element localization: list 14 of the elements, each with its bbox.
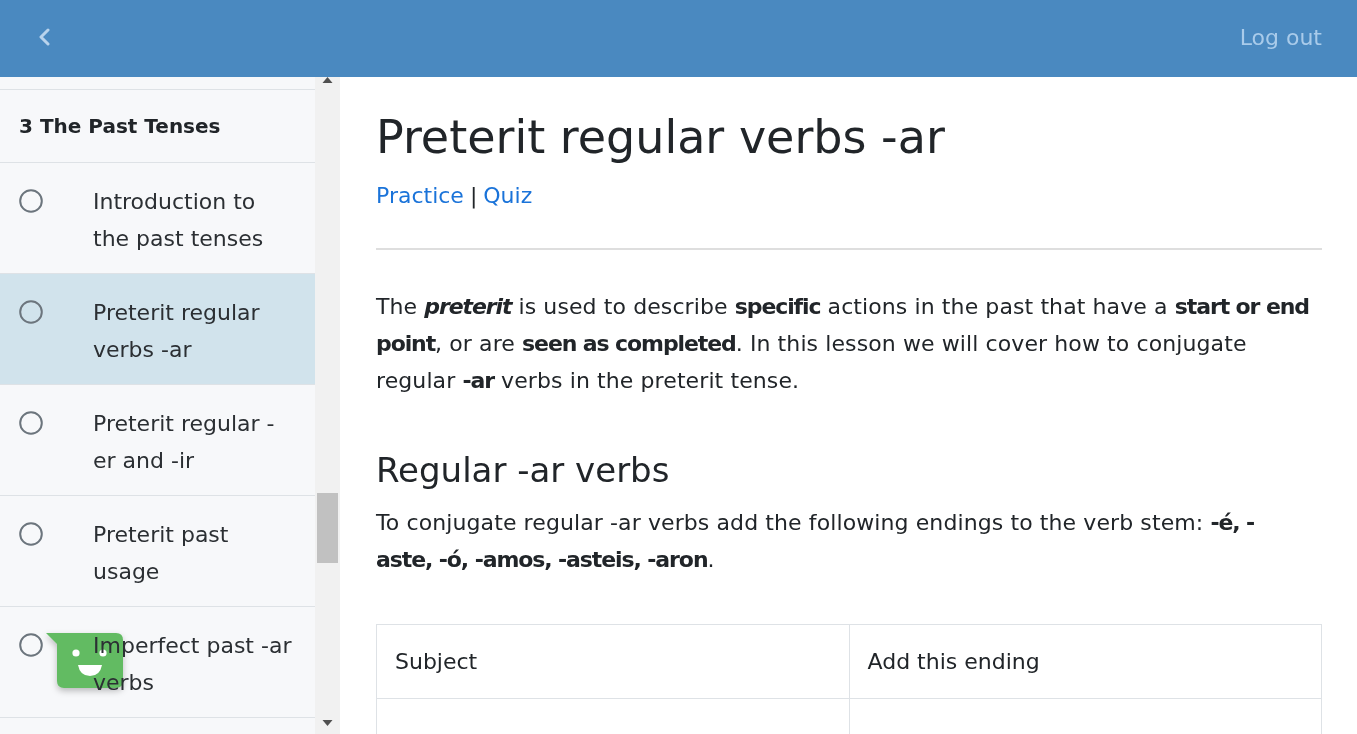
lesson-link[interactable]: Practice — [376, 177, 464, 214]
scroll-down-arrow-icon[interactable] — [322, 720, 333, 726]
lesson-title: Preterit regular verbs -ar — [376, 110, 946, 165]
scrollbar[interactable] — [315, 77, 340, 734]
lesson-item[interactable]: Preterit regular verbs -ar — [0, 274, 315, 385]
lesson-link[interactable]: Quiz — [483, 177, 533, 214]
table-header-cell: Subject — [376, 624, 849, 699]
section-paragraph: To conjugate regular -ar verbs add the following endings to the verb stem: -é, -aste, -ó, -amos, -asteis, -aron. — [376, 509, 1256, 574]
scroll-up-arrow-icon[interactable] — [322, 77, 333, 83]
table-header-cell: Add this ending — [849, 624, 1322, 699]
scrollbar-thumb[interactable] — [317, 493, 338, 563]
intro-paragraph: The preterit is used to describe specific actions in the past that have a start or end point, or are seen as completed. In this lesson we will cover how to conjugate regular -ar verbs in the preterit tense. — [376, 293, 1310, 395]
section-title: Regular -ar verbs — [376, 450, 671, 491]
link-separator: | — [469, 182, 478, 211]
